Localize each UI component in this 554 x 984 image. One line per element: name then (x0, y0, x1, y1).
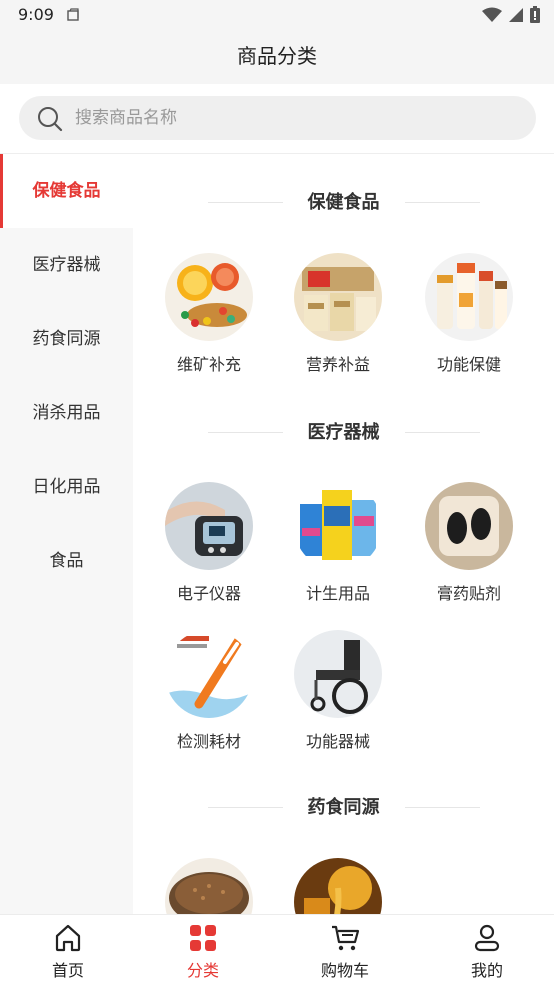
category-item-functional-devices[interactable]: 功能器械 (283, 630, 393, 752)
divider (405, 432, 480, 433)
health-bottles-image (425, 253, 513, 341)
sidebar-item-label: 食品 (49, 551, 84, 571)
category-label: 营养补益 (305, 355, 370, 374)
vitamin-supplement-image (165, 253, 253, 341)
section-title: 药食同源 (307, 797, 380, 818)
category-content: 保健食品 维矿补充 营养补益 功能保健 医疗器械 电子仪器 计生用品 膏药贴剂 … (133, 154, 554, 914)
app-header: 商品分类 (0, 34, 554, 84)
sidebar-item-daily-chemicals[interactable]: 日化用品 (0, 450, 133, 524)
category-label: 计生用品 (305, 584, 370, 603)
category-sidebar: 保健食品 医疗器械 药食同源 消杀用品 日化用品 食品 (0, 154, 133, 914)
tab-label: 分类 (186, 961, 219, 980)
notification-icon (66, 7, 80, 26)
category-item-family-planning[interactable]: 计生用品 (283, 482, 393, 604)
tab-label: 购物车 (320, 961, 369, 980)
sidebar-item-label: 消杀用品 (32, 403, 101, 423)
section-header: 医疗器械 (133, 416, 554, 446)
sidebar-item-food[interactable]: 食品 (0, 524, 133, 598)
blood-pressure-monitor-image (165, 482, 253, 570)
section-header: 保健食品 (133, 186, 554, 216)
category-label: 功能保健 (436, 355, 501, 374)
tab-label: 我的 (470, 961, 503, 980)
tab-label: 首页 (51, 961, 84, 980)
category-item-patches[interactable]: 膏药贴剂 (414, 482, 524, 604)
page-title: 商品分类 (237, 44, 317, 68)
sidebar-item-health-food[interactable]: 保健食品 (0, 154, 133, 228)
section-header: 药食同源 (133, 791, 554, 821)
category-item-testing-supplies[interactable]: 检测耗材 (154, 630, 264, 752)
cart-icon (330, 923, 360, 953)
divider (405, 202, 480, 203)
honey-jar-image (294, 858, 382, 914)
status-time: 9:09 (18, 5, 54, 24)
category-item-grains[interactable] (154, 858, 264, 914)
bottom-tab-bar: 首页 分类 购物车 我的 (0, 914, 554, 984)
sidebar-item-label: 医疗器械 (32, 255, 101, 275)
wheelchair-image (294, 630, 382, 718)
category-label: 功能器械 (305, 732, 370, 751)
divider (405, 807, 480, 808)
category-label: 检测耗材 (176, 732, 241, 751)
wifi-icon (482, 7, 502, 27)
category-grid-icon (188, 923, 218, 953)
category-item-nutrition[interactable]: 营养补益 (283, 253, 393, 375)
tab-cart[interactable]: 购物车 (295, 915, 395, 984)
search-icon (37, 106, 63, 136)
category-item-electronic-devices[interactable]: 电子仪器 (154, 482, 264, 604)
nutrition-boxes-image (294, 253, 382, 341)
section-title: 医疗器械 (307, 422, 380, 443)
sidebar-item-label: 日化用品 (32, 477, 101, 497)
grain-bowl-image (165, 858, 253, 914)
profile-icon (472, 923, 502, 953)
section-title: 保健食品 (307, 192, 380, 213)
sidebar-item-medical-devices[interactable]: 医疗器械 (0, 228, 133, 302)
category-item-honey[interactable] (283, 858, 393, 914)
category-item-functional-health[interactable]: 功能保健 (414, 253, 524, 375)
category-label: 膏药贴剂 (436, 584, 501, 603)
sidebar-item-food-medicine[interactable]: 药食同源 (0, 302, 133, 376)
category-label: 维矿补充 (176, 355, 241, 374)
sidebar-item-disinfection[interactable]: 消杀用品 (0, 376, 133, 450)
search-box[interactable] (19, 96, 536, 140)
sidebar-item-label: 药食同源 (32, 329, 101, 349)
battery-icon (530, 6, 540, 27)
category-item-vitamins[interactable]: 维矿补充 (154, 253, 264, 375)
tab-home[interactable]: 首页 (18, 915, 118, 984)
family-planning-boxes-image (294, 482, 382, 570)
home-icon (53, 923, 83, 953)
medical-patch-image (425, 482, 513, 570)
signal-icon (508, 7, 524, 27)
tab-category[interactable]: 分类 (153, 915, 253, 984)
thermometer-image (165, 630, 253, 718)
tab-profile[interactable]: 我的 (437, 915, 537, 984)
search-area (0, 84, 554, 154)
category-label: 电子仪器 (176, 584, 241, 603)
status-bar: 9:09 (0, 0, 554, 34)
sidebar-item-label: 保健食品 (32, 181, 101, 201)
search-input[interactable] (75, 96, 515, 140)
